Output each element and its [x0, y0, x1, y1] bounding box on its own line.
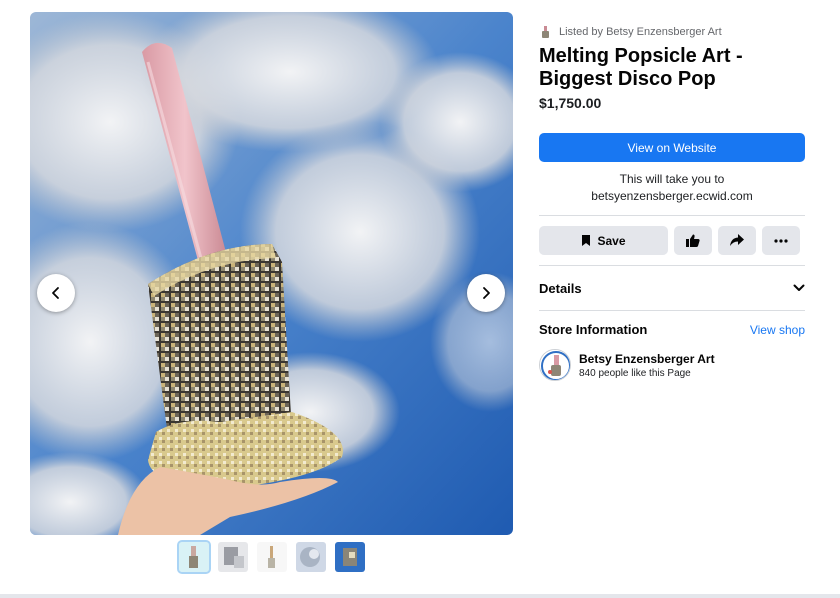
- avatar[interactable]: [539, 349, 571, 381]
- seller-text: Listed by Betsy Enzensberger Art: [559, 26, 722, 38]
- store-info-header: Store Information View shop: [539, 322, 805, 337]
- listing-panel: Listed by Betsy Enzensberger Art Melting…: [539, 24, 805, 381]
- store-card: Betsy Enzensberger Art 840 people like t…: [539, 349, 715, 381]
- title-line-2: Biggest Disco Pop: [539, 68, 716, 90]
- title-line-1: Melting Popsicle Art -: [539, 45, 743, 67]
- divider: [539, 215, 805, 216]
- redirect-text: This will take you to: [619, 172, 725, 186]
- listing-title: Melting Popsicle Art - Biggest Disco Pop: [539, 45, 805, 91]
- more-options-button[interactable]: [762, 226, 800, 255]
- like-button[interactable]: [674, 226, 712, 255]
- view-shop-link[interactable]: View shop: [750, 323, 805, 337]
- divider: [539, 265, 805, 266]
- view-on-website-button[interactable]: View on Website: [539, 133, 805, 162]
- share-button[interactable]: [718, 226, 756, 255]
- thumbnail[interactable]: [257, 542, 287, 572]
- redirect-notice: This will take you to betsyenzensberger.…: [539, 171, 805, 205]
- chevron-left-icon: [52, 287, 59, 299]
- thumbnail[interactable]: [177, 540, 211, 574]
- seller-line: Listed by Betsy Enzensberger Art: [539, 24, 805, 40]
- main-photo[interactable]: [30, 12, 513, 535]
- thumbnail[interactable]: [218, 542, 248, 572]
- details-label: Details: [539, 280, 582, 296]
- store-likes: 840 people like this Page: [579, 367, 691, 379]
- store-info-heading: Store Information: [539, 322, 648, 337]
- chevron-right-icon: [483, 287, 490, 299]
- more-icon: [774, 238, 788, 243]
- listing-price: $1,750.00: [539, 95, 602, 111]
- thumbnail[interactable]: [296, 542, 326, 572]
- bookmark-icon: [582, 235, 591, 246]
- store-avatar-image: [540, 350, 570, 380]
- thumbnail[interactable]: [335, 542, 365, 572]
- share-icon: [730, 234, 744, 246]
- save-label: Save: [597, 233, 626, 248]
- divider: [539, 310, 805, 311]
- popsicle-image: [30, 12, 513, 535]
- thumbs-up-icon: [686, 234, 700, 247]
- redirect-domain: betsyenzensberger.ecwid.com: [591, 189, 753, 203]
- bottom-divider: [0, 594, 840, 598]
- action-bar: Save: [539, 226, 805, 255]
- chevron-down-icon: [793, 284, 805, 291]
- details-toggle[interactable]: Details: [539, 277, 805, 299]
- store-name[interactable]: Betsy Enzensberger Art: [579, 352, 715, 366]
- store-meta: Betsy Enzensberger Art 840 people like t…: [579, 352, 715, 379]
- previous-photo-button[interactable]: [37, 274, 75, 312]
- thumbnail-strip: [177, 540, 365, 574]
- seller-logo-icon: [542, 25, 549, 38]
- next-photo-button[interactable]: [467, 274, 505, 312]
- save-button[interactable]: Save: [539, 226, 668, 255]
